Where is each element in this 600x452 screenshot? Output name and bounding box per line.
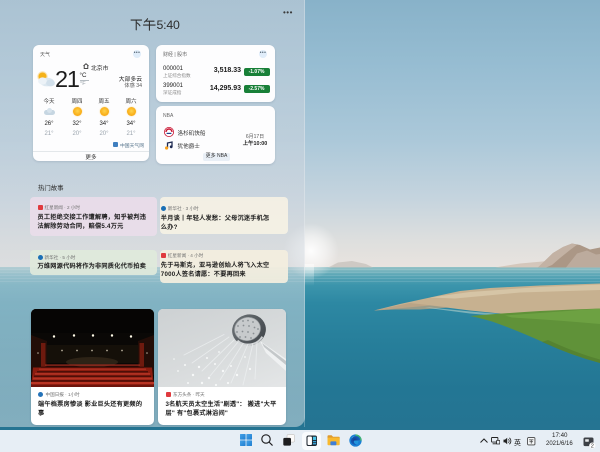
svg-text:2: 2	[591, 443, 594, 448]
